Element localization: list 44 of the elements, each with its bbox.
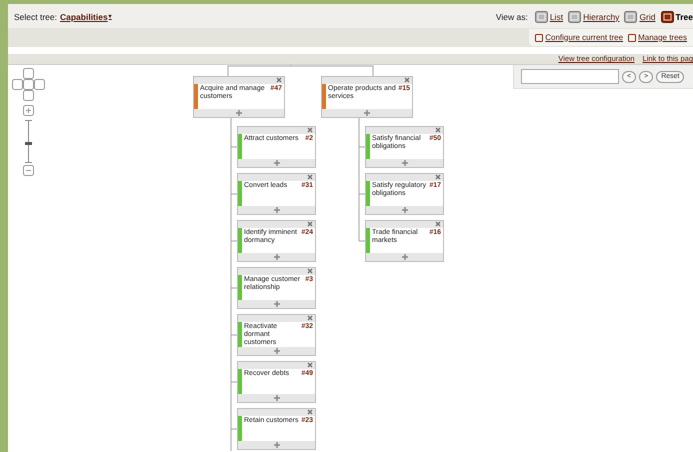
zoom-slider[interactable]	[25, 120, 32, 163]
search-field[interactable]	[521, 69, 619, 84]
plus-icon[interactable]	[402, 254, 408, 260]
view-tab[interactable]: List	[534, 10, 564, 24]
plus-icon[interactable]	[364, 110, 370, 116]
plus-icon[interactable]	[402, 207, 408, 213]
plus-icon[interactable]	[274, 301, 280, 307]
plus-icon[interactable]	[274, 160, 280, 166]
square-icon	[628, 34, 636, 42]
view-icon	[624, 11, 638, 23]
select-label: Select tree:	[14, 10, 57, 24]
plus-icon[interactable]	[274, 254, 280, 260]
close-icon[interactable]	[276, 77, 282, 83]
plus-icon[interactable]	[274, 348, 280, 354]
pan-control-icon[interactable]	[12, 68, 46, 103]
view-icon	[568, 11, 582, 23]
plus-icon[interactable]	[274, 207, 280, 213]
view-tab[interactable]: Tree	[660, 10, 693, 24]
close-icon[interactable]	[404, 77, 410, 83]
close-icon[interactable]	[435, 127, 441, 133]
view-label: View as:	[496, 10, 528, 24]
view-tab[interactable]: Grid	[624, 10, 656, 24]
close-icon[interactable]	[307, 268, 313, 274]
zoom-in-button[interactable]	[23, 105, 34, 116]
view-icon	[660, 11, 674, 23]
close-icon[interactable]	[307, 221, 313, 227]
close-icon[interactable]	[435, 174, 441, 180]
view-tab[interactable]: Hierarchy	[568, 10, 620, 24]
action-link[interactable]: Manage trees	[628, 32, 687, 44]
plus-icon[interactable]	[402, 160, 408, 166]
close-icon[interactable]	[307, 409, 313, 415]
view-icon	[534, 11, 548, 23]
close-icon[interactable]	[307, 362, 313, 368]
zoom-out-button[interactable]	[23, 165, 34, 176]
plus-icon[interactable]	[274, 442, 280, 448]
plus-icon[interactable]	[236, 110, 242, 116]
square-icon	[535, 34, 544, 42]
close-icon[interactable]	[307, 174, 313, 180]
plus-icon[interactable]	[274, 395, 280, 401]
close-icon[interactable]	[435, 221, 441, 227]
close-icon[interactable]	[307, 127, 313, 133]
action-link[interactable]: Configure current tree	[535, 32, 624, 44]
close-icon[interactable]	[307, 315, 313, 321]
slider-thumb[interactable]	[25, 142, 32, 145]
